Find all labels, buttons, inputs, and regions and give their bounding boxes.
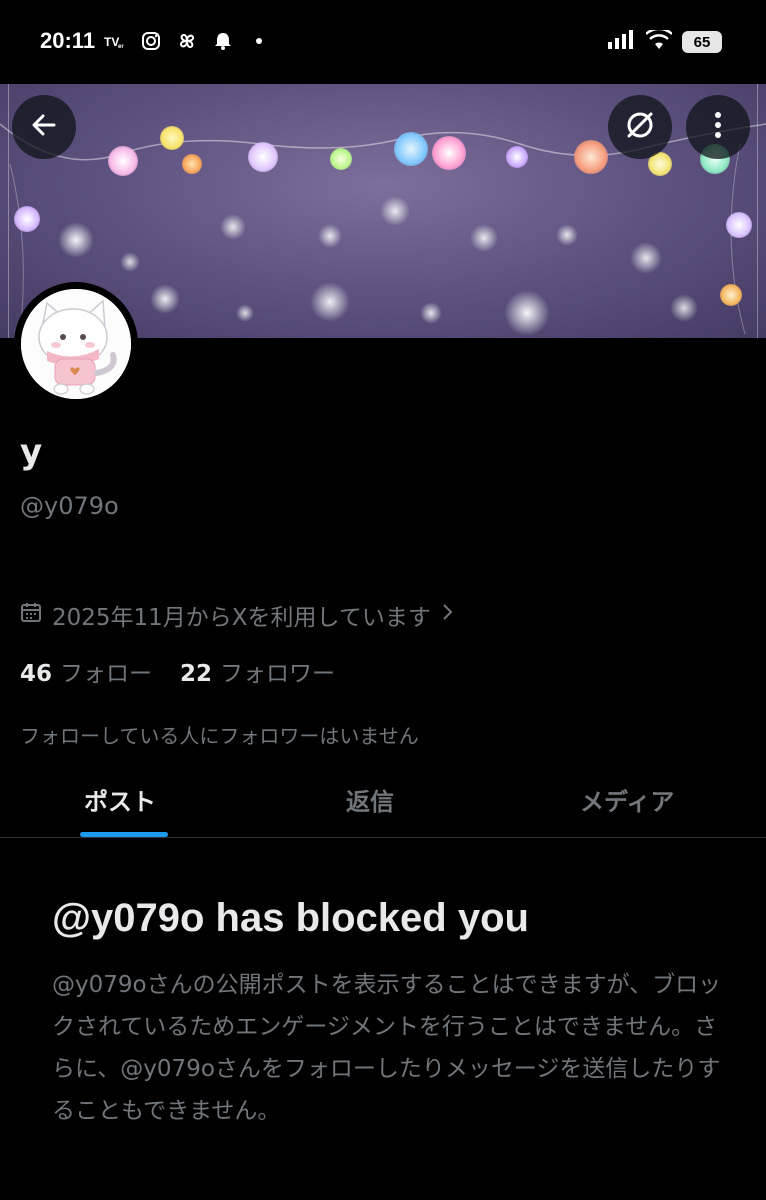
bokeh bbox=[236, 304, 254, 322]
bokeh bbox=[58, 222, 94, 258]
followers-link[interactable]: 22 フォロワー bbox=[180, 654, 335, 688]
tab-media[interactable]: メディア bbox=[580, 782, 674, 817]
avatar[interactable] bbox=[14, 282, 138, 406]
chevron-right-icon bbox=[441, 602, 455, 628]
cat-character-illustration bbox=[21, 289, 131, 399]
grok-icon bbox=[623, 108, 657, 146]
tver-icon: TV er bbox=[104, 30, 126, 52]
followers-count: 22 bbox=[180, 661, 213, 687]
blocked-description: @y079oさんの公開ポストを表示することはできますが、ブロックされているためエ… bbox=[52, 972, 722, 1124]
tab-posts[interactable]: ポスト bbox=[84, 782, 156, 817]
light-bulb bbox=[182, 154, 202, 174]
bell-icon bbox=[212, 30, 234, 52]
status-time: 20:11 bbox=[40, 28, 96, 53]
svg-text:er: er bbox=[118, 44, 124, 50]
bokeh bbox=[220, 214, 246, 240]
following-link[interactable]: 46 フォロー bbox=[20, 654, 152, 688]
following-label: フォロー bbox=[60, 661, 153, 687]
light-bulb bbox=[248, 142, 278, 172]
dot-icon bbox=[248, 30, 270, 52]
light-bulb bbox=[160, 126, 184, 150]
status-bar: 20:11 TV er 65 bbox=[0, 0, 766, 84]
arrow-left-icon bbox=[29, 110, 59, 144]
bokeh bbox=[150, 284, 180, 314]
back-button[interactable] bbox=[12, 95, 76, 159]
battery-indicator: 65 bbox=[682, 31, 722, 53]
status-icons-right: 65 bbox=[608, 27, 722, 54]
more-button[interactable] bbox=[686, 95, 750, 159]
bokeh bbox=[420, 302, 442, 324]
light-bulb bbox=[14, 206, 40, 232]
status-icons-left: TV er bbox=[104, 30, 270, 52]
mutual-followers-note: フォローしている人にフォロワーはいません bbox=[20, 724, 419, 748]
bokeh bbox=[470, 224, 498, 252]
joined-date-text: 2025年11月からXを利用しています bbox=[52, 605, 431, 631]
active-tab-indicator bbox=[80, 832, 168, 837]
bokeh bbox=[318, 224, 342, 248]
bokeh bbox=[120, 252, 140, 272]
bokeh bbox=[380, 196, 410, 226]
light-bulb bbox=[574, 140, 608, 174]
light-bulb bbox=[330, 148, 352, 170]
bokeh bbox=[670, 294, 698, 322]
profile-tabs: ポスト 返信 メディア bbox=[0, 770, 766, 838]
followers-label: フォロワー bbox=[220, 661, 336, 687]
light-bulb bbox=[506, 146, 528, 168]
joined-date-row[interactable]: 2025年11月からXを利用しています bbox=[20, 598, 455, 632]
profile-handle: @y079o bbox=[20, 492, 119, 520]
light-bulb bbox=[394, 132, 428, 166]
following-count: 46 bbox=[20, 661, 53, 687]
bokeh bbox=[630, 242, 662, 274]
calendar-icon bbox=[20, 601, 42, 629]
avatar-image bbox=[21, 289, 131, 399]
grok-button[interactable] bbox=[608, 95, 672, 159]
instagram-icon bbox=[140, 30, 162, 52]
more-vertical-icon bbox=[713, 110, 723, 144]
tab-replies[interactable]: 返信 bbox=[346, 782, 394, 817]
pinwheel-icon bbox=[176, 30, 198, 52]
blocked-title: @y079o has blocked you bbox=[52, 896, 529, 940]
light-bulb bbox=[432, 136, 466, 170]
light-bulb bbox=[720, 284, 742, 306]
bokeh bbox=[310, 282, 350, 322]
signal-icon bbox=[608, 30, 636, 54]
display-name: y bbox=[20, 432, 43, 472]
follow-stats: 46 フォロー 22 フォロワー bbox=[20, 654, 335, 688]
bokeh bbox=[504, 290, 550, 336]
bokeh bbox=[556, 224, 578, 246]
light-bulb bbox=[108, 146, 138, 176]
wifi-icon bbox=[645, 27, 673, 54]
light-bulb bbox=[726, 212, 752, 238]
